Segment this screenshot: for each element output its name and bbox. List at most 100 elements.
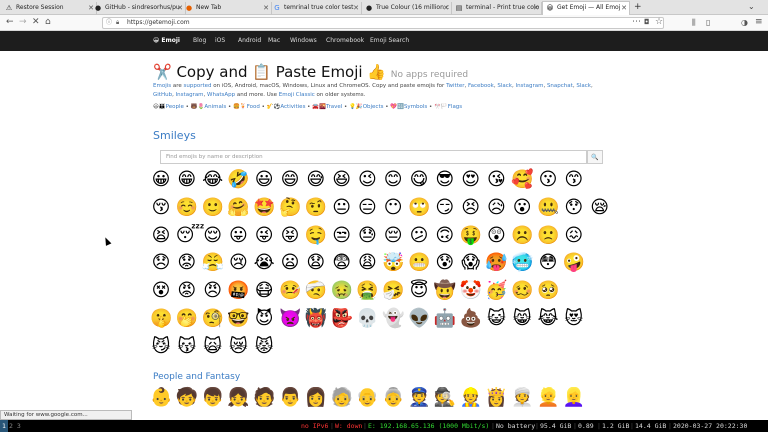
emoji-button[interactable]: 💩 [460, 308, 482, 330]
emoji-button[interactable]: 🥺 [537, 280, 559, 302]
emoji-button[interactable]: 🤒 [279, 280, 301, 302]
emoji-button[interactable]: 😉 [356, 169, 378, 191]
emoji-button[interactable]: 🙃 [434, 225, 456, 247]
emoji-button[interactable]: 😖 [563, 225, 585, 247]
emoji-button[interactable]: 👶 [150, 387, 172, 409]
emoji-button[interactable]: 💀 [356, 308, 378, 330]
emoji-button[interactable]: 😱 [460, 252, 482, 274]
info-icon[interactable]: ⓘ [106, 18, 112, 28]
link-snapchat[interactable]: Snapchat [547, 83, 573, 89]
emoji-button[interactable]: 👹 [305, 308, 327, 330]
forward-arrow-icon[interactable]: → [19, 17, 27, 28]
emoji-button[interactable]: 👸 [485, 387, 507, 409]
close-icon[interactable]: ✕ [263, 2, 269, 14]
link-slack[interactable]: Slack [497, 83, 512, 89]
emoji-button[interactable]: ☺️ [176, 197, 198, 219]
emoji-button[interactable]: 😡 [176, 280, 198, 302]
emoji-button[interactable]: 👱 [537, 387, 559, 409]
emoji-button[interactable]: 🤖 [434, 308, 456, 330]
tab-print-true-color[interactable]: ▤ terminal - Print true colo ✕ [452, 2, 542, 15]
page-actions-icon[interactable]: ⋯ [632, 17, 641, 28]
workspace-1-button[interactable]: 1 [0, 420, 8, 432]
emoji-button[interactable]: 😽 [176, 336, 198, 358]
emoji-button[interactable]: 😃 [253, 169, 275, 191]
pocket-icon[interactable]: ◘ [644, 17, 650, 28]
emoji-button[interactable]: 🤢 [331, 280, 353, 302]
emoji-button[interactable]: 👩 [305, 387, 327, 409]
category-link-flags[interactable]: Flags [448, 104, 462, 110]
emoji-button[interactable]: 😌 [202, 225, 224, 247]
emoji-button[interactable]: 😙 [563, 169, 585, 191]
home-icon[interactable]: ⌂ [45, 17, 51, 28]
emoji-button[interactable]: 😓 [356, 225, 378, 247]
emoji-button[interactable]: 😵 [150, 280, 172, 302]
emoji-button[interactable]: 🧑 [253, 387, 275, 409]
emoji-button[interactable]: 🤕 [305, 280, 327, 302]
emoji-button[interactable]: 😀 [150, 169, 172, 191]
emoji-button[interactable]: 😫 [150, 225, 172, 247]
tab-true-color-test[interactable]: G temrinal true color test ✕ [270, 2, 362, 15]
link-facebook[interactable]: Facebook [468, 83, 494, 89]
emoji-button[interactable]: 🧐 [202, 308, 224, 330]
emoji-button[interactable]: 😨 [331, 252, 353, 274]
emoji-button[interactable]: 😎 [434, 169, 456, 191]
emoji-button[interactable]: 🤑 [460, 225, 482, 247]
emoji-button[interactable]: 👮 [408, 387, 430, 409]
emoji-button[interactable]: 😅 [305, 169, 327, 191]
site-logo[interactable]: 😀 Emoji [153, 37, 180, 45]
emoji-button[interactable]: 😧 [305, 252, 327, 274]
emoji-button[interactable]: 😤 [202, 252, 224, 274]
emoji-button[interactable]: 😺 [485, 308, 507, 330]
emoji-button[interactable]: 😻 [563, 308, 585, 330]
emoji-button[interactable]: 🤪 [563, 252, 585, 274]
emoji-button[interactable]: 😿 [227, 336, 249, 358]
category-link-people[interactable]: People [166, 104, 184, 110]
emoji-button[interactable]: 😷 [253, 280, 275, 302]
customize-icon[interactable]: ◑ [741, 17, 748, 28]
tab-list-chevron-icon[interactable]: ⌄ [748, 2, 755, 11]
emoji-button[interactable]: 😩 [356, 252, 378, 274]
emoji-button[interactable]: 😛 [227, 225, 249, 247]
emoji-button[interactable]: 🤯 [382, 252, 404, 274]
emoji-button[interactable]: 😊 [382, 169, 404, 191]
emoji-button[interactable]: 🤨 [305, 197, 327, 219]
emoji-button[interactable]: 🙂 [202, 197, 224, 219]
emoji-button[interactable]: 😦 [279, 252, 301, 274]
nav-link-chromebook[interactable]: Chromebook [326, 37, 364, 45]
emoji-button[interactable]: 😯 [563, 197, 585, 219]
emoji-button[interactable]: 😥 [485, 197, 507, 219]
close-icon[interactable]: ✕ [353, 2, 359, 14]
emoji-button[interactable]: 🤮 [356, 280, 378, 302]
emoji-button[interactable]: 😮 [511, 197, 533, 219]
emoji-button[interactable]: 🤗 [227, 197, 249, 219]
emoji-button[interactable]: 🧒 [176, 387, 198, 409]
category-link-symbols[interactable]: Symbols [404, 104, 427, 110]
emoji-button[interactable]: 😝 [279, 225, 301, 247]
emoji-button[interactable]: 🥴 [511, 280, 533, 302]
emoji-button[interactable]: 👻 [382, 308, 404, 330]
emoji-button[interactable]: 😆 [331, 169, 353, 191]
emoji-button[interactable]: 😚 [150, 197, 172, 219]
emoji-button[interactable]: 😲 [485, 225, 507, 247]
emoji-button[interactable]: 👳 [511, 387, 533, 409]
emoji-button[interactable]: 👱‍♀️ [563, 387, 585, 409]
emoji-button[interactable]: 🤧 [382, 280, 404, 302]
emoji-button[interactable]: 😄 [279, 169, 301, 191]
emoji-button[interactable]: 🤐 [537, 197, 559, 219]
nav-link-blog[interactable]: Blog [193, 37, 206, 45]
link-slack-2[interactable]: Slack [576, 83, 591, 89]
emoji-button[interactable]: 😕 [408, 225, 430, 247]
emoji-button[interactable]: 😜 [253, 225, 275, 247]
emoji-button[interactable]: 😶 [382, 197, 404, 219]
emoji-button[interactable]: 👿 [279, 308, 301, 330]
stop-loading-icon[interactable]: ✕ [32, 17, 40, 28]
nav-link-mac[interactable]: Mac [268, 37, 280, 45]
search-button[interactable]: 🔍 [587, 150, 603, 164]
emoji-button[interactable]: 🥰 [511, 169, 533, 191]
emoji-button[interactable]: 😢 [227, 252, 249, 274]
library-icon[interactable]: ⫼ [692, 17, 696, 28]
emoji-button[interactable]: 🙀 [202, 336, 224, 358]
link-emoji-classic[interactable]: Emoji Classic [279, 92, 315, 98]
emoji-button[interactable]: 🤬 [227, 280, 249, 302]
emoji-button[interactable]: 😸 [511, 308, 533, 330]
